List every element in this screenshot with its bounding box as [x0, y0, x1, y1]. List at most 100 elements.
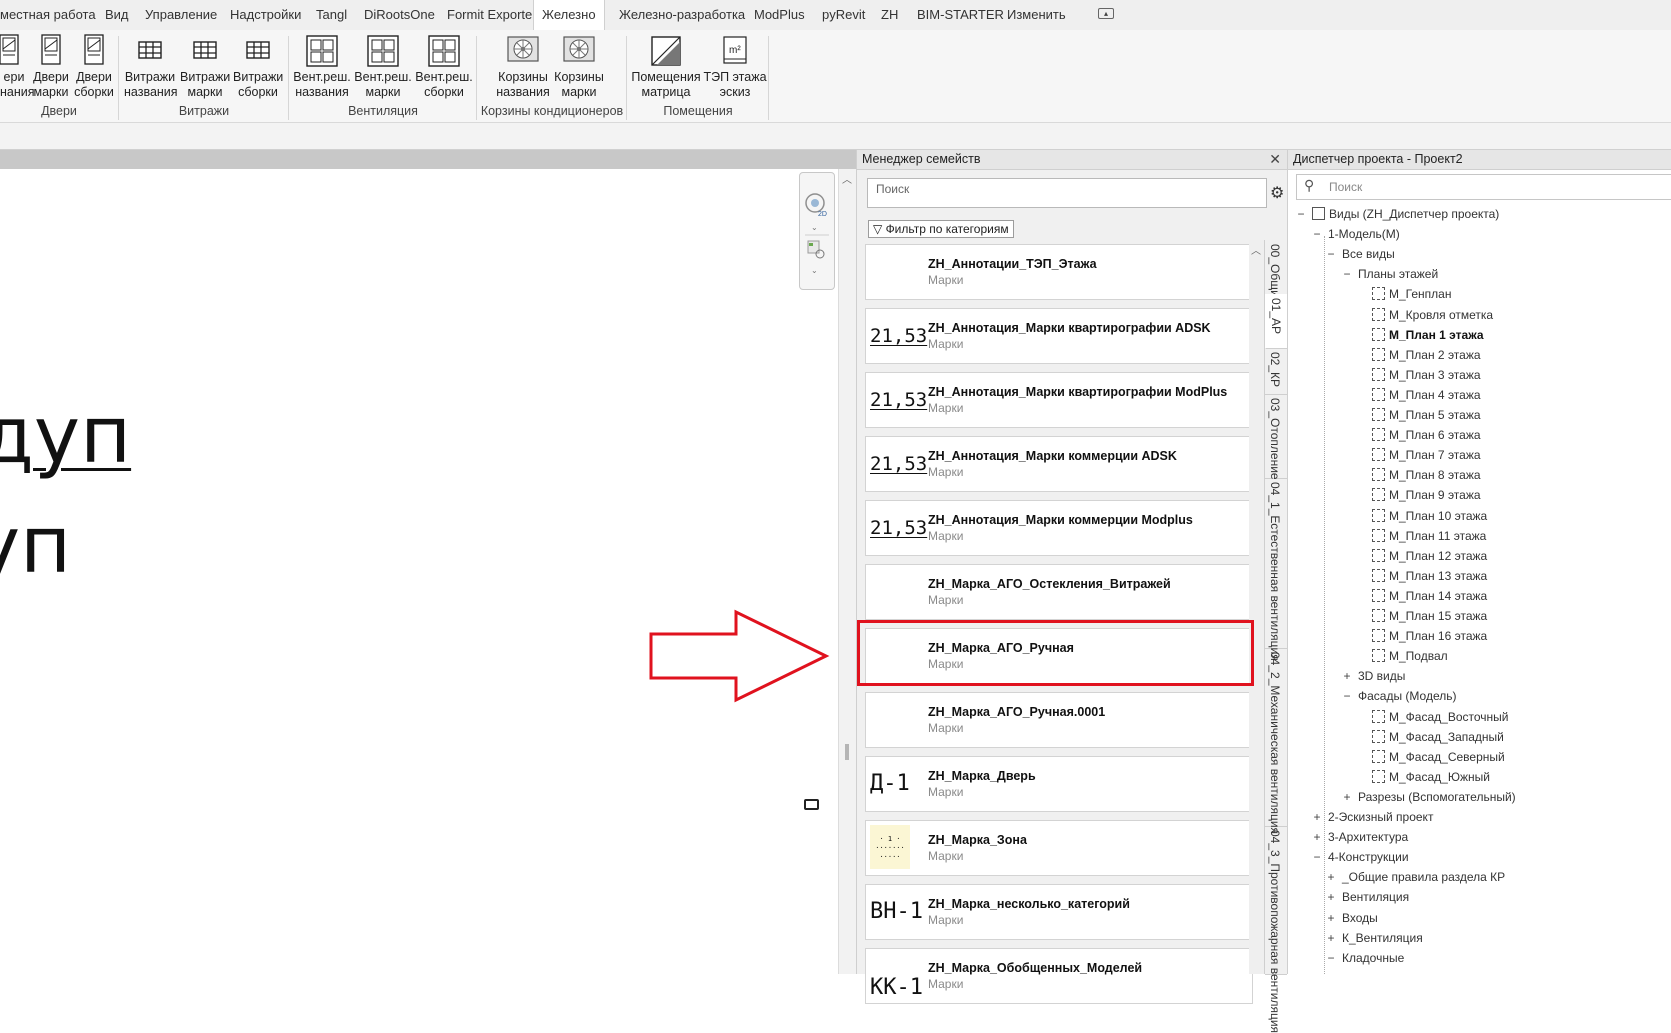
family-card[interactable]: ВН-1 ZH_Марка_несколько_категорий Марки	[865, 884, 1253, 940]
tree-node[interactable]: − Виды (ZH_Диспетчер проекта)	[1296, 204, 1499, 224]
ribbon-button-11[interactable]: Помещения матрица	[630, 34, 702, 100]
expand-icon[interactable]: +	[1342, 666, 1352, 686]
view-tree-item[interactable]: М_План 5 этажа	[1372, 405, 1481, 425]
ribbon-button-5[interactable]: Витражи сборки	[233, 34, 283, 100]
ribbon-button-0[interactable]: ери нания	[0, 34, 35, 100]
category-tab-1[interactable]: 01_АР	[1265, 294, 1288, 349]
expand-icon[interactable]: +	[1326, 908, 1336, 928]
expand-icon[interactable]: +	[1326, 928, 1336, 948]
tree-node[interactable]: − Кладочные	[1326, 948, 1404, 968]
tab-8[interactable]: Железно-разработка	[619, 0, 745, 30]
view-tree-item[interactable]: М_План 2 этажа	[1372, 345, 1481, 365]
category-tab-5[interactable]: 04_2_Механическая вентиляция	[1265, 648, 1287, 834]
navigation-wheel-icon[interactable]: 2D ⌄ ⌄	[800, 173, 834, 289]
tree-node[interactable]: −1-Модель(М)	[1312, 224, 1399, 244]
gear-icon[interactable]: ⚙	[1270, 183, 1284, 203]
view-tree-item[interactable]: М_План 15 этажа	[1372, 606, 1487, 626]
ribbon-button-8[interactable]: Вент.реш. сборки	[415, 34, 473, 100]
tree-node[interactable]: + Входы	[1326, 908, 1377, 928]
tab-5[interactable]: DiRootsOne	[364, 0, 435, 30]
family-card[interactable]: ZH_Аннотации_ТЭП_Этажа Марки	[865, 244, 1253, 300]
category-tab-0[interactable]: 00_Общие	[1265, 240, 1287, 303]
collapse-icon[interactable]: −	[1312, 224, 1322, 244]
tree-node[interactable]: −4-Конструкции	[1312, 847, 1408, 867]
scroll-up-arrow[interactable]: ︿	[842, 171, 852, 186]
tab-13[interactable]: Изменить	[1007, 0, 1066, 30]
view-tree-item[interactable]: М_План 10 этажа	[1372, 506, 1487, 526]
view-tree-item[interactable]: М_План 16 этажа	[1372, 626, 1487, 646]
view-vertical-scrollbar[interactable]: ︿	[838, 169, 857, 974]
view-tree-item[interactable]: М_План 1 этажа	[1372, 325, 1484, 345]
ribbon-button-2[interactable]: Двери сборки	[73, 34, 115, 100]
expand-icon[interactable]: +	[1312, 827, 1322, 847]
view-tree-item[interactable]: М_План 8 этажа	[1372, 465, 1481, 485]
view-tree-item[interactable]: М_План 14 этажа	[1372, 586, 1487, 606]
family-card[interactable]: Д-1 ZH_Марка_Дверь Марки	[865, 756, 1253, 812]
tab-4[interactable]: Tangl	[316, 0, 347, 30]
tab-11[interactable]: ZH	[881, 0, 898, 30]
view-tree-item[interactable]: М_Фасад_Западный	[1372, 727, 1504, 747]
family-card[interactable]: · 1 · ······· ····· ZH_Марка_Зона Марки	[865, 820, 1253, 876]
tab-7[interactable]: Железно	[533, 0, 605, 31]
ribbon-button-3[interactable]: Витражи названия	[124, 34, 178, 100]
expand-icon[interactable]: +	[1326, 867, 1336, 887]
scroll-thumb[interactable]	[845, 744, 849, 760]
ribbon-button-6[interactable]: Вент.реш. названия	[293, 34, 351, 100]
ribbon-button-9[interactable]: Корзины названия	[496, 34, 550, 100]
expand-icon[interactable]: +	[1326, 887, 1336, 907]
family-card[interactable]: ZH_Марка_АГО_Ручная.0001 Марки	[865, 692, 1253, 748]
category-tab-2[interactable]: 02_КР	[1265, 348, 1287, 395]
view-tree-item[interactable]: М_План 3 этажа	[1372, 365, 1481, 385]
tree-node[interactable]: + К_Вентиляция	[1326, 928, 1422, 948]
tab-9[interactable]: ModPlus	[754, 0, 805, 30]
tree-node[interactable]: + Вентиляция	[1326, 887, 1409, 907]
tree-node[interactable]: +2-Эскизный проект	[1312, 807, 1433, 827]
family-card[interactable]: 21,53 ZH_Аннотация_Марки коммерции Modplu…	[865, 500, 1253, 556]
expand-icon[interactable]: +	[1342, 787, 1352, 807]
family-list-scrollbar[interactable]: ︿	[1249, 240, 1264, 974]
collapse-icon[interactable]: −	[1296, 204, 1306, 224]
ribbon-button-1[interactable]: Двери марки	[32, 34, 70, 100]
view-tree-item[interactable]: М_План 11 этажа	[1372, 526, 1486, 546]
category-filter-button[interactable]: ▽ Фильтр по категориям	[868, 220, 1014, 238]
view-tree-item[interactable]: М_План 6 этажа	[1372, 425, 1481, 445]
view-tree-item[interactable]: М_Генплан	[1372, 284, 1451, 304]
view-tree-item[interactable]: М_Кровля отметка	[1372, 305, 1493, 325]
tree-node[interactable]: − Фасады (Модель)	[1342, 686, 1456, 706]
scroll-up-arrow[interactable]: ︿	[1251, 242, 1261, 257]
family-card[interactable]: ZH_Марка_АГО_Остекления_Витражей Марки	[865, 564, 1253, 620]
category-tab-4[interactable]: 04_1_Естественная вентиляция	[1265, 478, 1287, 661]
tree-node[interactable]: − Планы этажей	[1342, 264, 1438, 284]
ribbon-button-12[interactable]: m² ТЭП этажа эскиз	[702, 34, 768, 100]
collapse-icon[interactable]: −	[1342, 686, 1352, 706]
view-tree-item[interactable]: М_Фасад_Северный	[1372, 747, 1505, 767]
collapse-icon[interactable]: −	[1326, 244, 1336, 264]
tab-12[interactable]: BIM-STARTER	[917, 0, 1004, 30]
tab-2[interactable]: Управление	[145, 0, 217, 30]
family-card[interactable]: 21,53 ZH_Аннотация_Марки квартирографии A…	[865, 308, 1253, 364]
category-tab-3[interactable]: 03_Отопление	[1265, 394, 1287, 480]
family-card[interactable]: 21,53 ZH_Аннотация_Марки квартирографии M…	[865, 372, 1253, 428]
tab-10[interactable]: pyRevit	[822, 0, 865, 30]
view-tree-item[interactable]: М_План 9 этажа	[1372, 485, 1481, 505]
view-tree-item[interactable]: М_Подвал	[1372, 646, 1448, 666]
view-tree-item[interactable]: М_План 4 этажа	[1372, 385, 1481, 405]
view-tree-item[interactable]: М_Фасад_Восточный	[1372, 707, 1508, 727]
ribbon-button-10[interactable]: Корзины марки	[553, 34, 605, 100]
ribbon-button-7[interactable]: Вент.реш. марки	[354, 34, 412, 100]
drawing-view[interactable]: дуп уп	[0, 169, 838, 974]
collapse-icon[interactable]: −	[1342, 264, 1352, 284]
tab-6[interactable]: Formit Exporter	[447, 0, 537, 30]
expand-icon[interactable]: +	[1312, 807, 1322, 827]
view-tree-item[interactable]: М_Фасад_Южный	[1372, 767, 1490, 787]
collapse-icon[interactable]: −	[1312, 847, 1322, 867]
tree-node[interactable]: + _Общие правила раздела КР	[1326, 867, 1505, 887]
tree-node[interactable]: +3D виды	[1342, 666, 1405, 686]
family-card[interactable]: 21,53 ZH_Аннотация_Марки коммерции ADSK Ма…	[865, 436, 1253, 492]
tab-1[interactable]: Вид	[105, 0, 129, 30]
tree-node[interactable]: − Все виды	[1326, 244, 1394, 264]
project-search-input[interactable]: ⚲ Поиск	[1296, 174, 1671, 200]
view-tree-item[interactable]: М_План 13 этажа	[1372, 566, 1487, 586]
tree-node[interactable]: +3-Архитектура	[1312, 827, 1408, 847]
view-tree-item[interactable]: М_План 12 этажа	[1372, 546, 1487, 566]
